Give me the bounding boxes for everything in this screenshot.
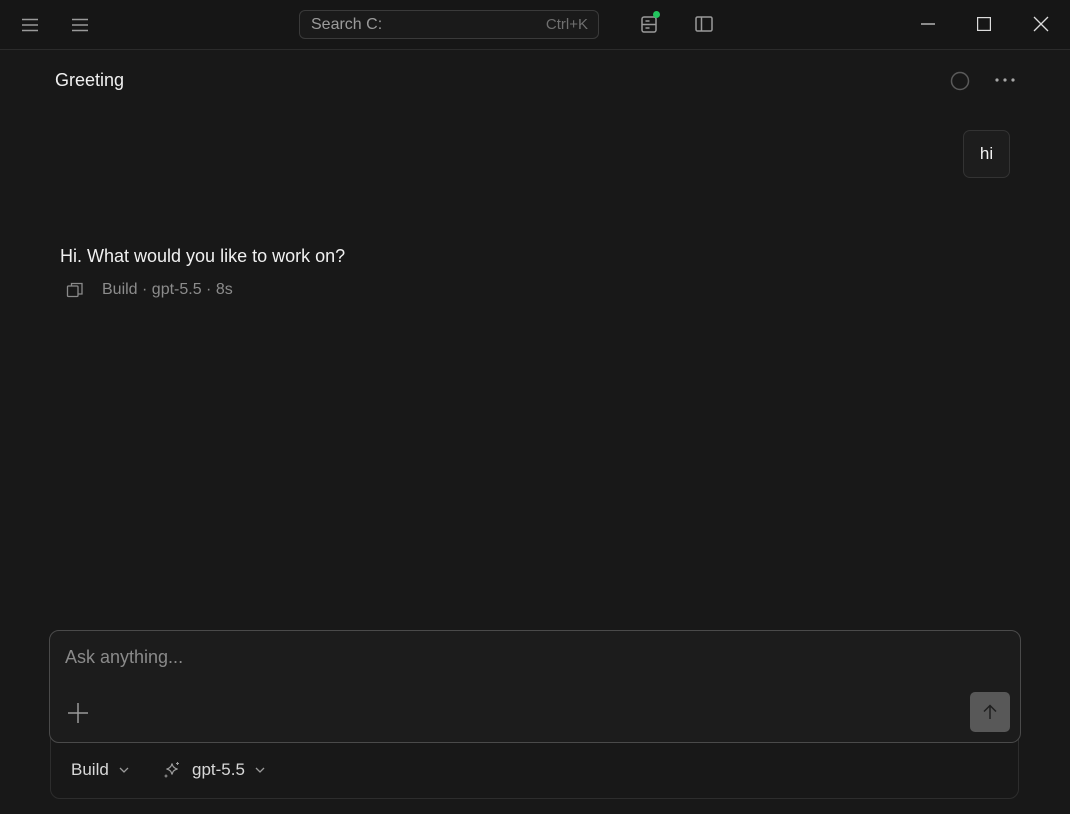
app-window: Search C: Ctrl+K Greeting hi Hi. What wo… [0, 0, 1070, 814]
more-options-button[interactable] [991, 68, 1019, 92]
sidebar-toggle-icon [695, 16, 713, 32]
search-box[interactable]: Search C: Ctrl+K [299, 10, 599, 39]
menu-button-secondary[interactable] [66, 12, 94, 38]
search-shortcut: Ctrl+K [545, 16, 588, 33]
chevron-down-icon [119, 767, 129, 773]
arrow-up-icon [983, 704, 997, 719]
attach-button[interactable] [67, 701, 89, 725]
composer [49, 630, 1021, 743]
circle-icon [950, 71, 970, 91]
title-bar: Search C: Ctrl+K [0, 0, 1070, 50]
online-status-dot [653, 11, 660, 18]
message-meta-text: Build · gpt-5.5 · 8s [102, 281, 233, 298]
minimize-button[interactable] [912, 10, 944, 38]
close-button[interactable] [1025, 10, 1057, 38]
assistant-message-meta: Build · gpt-5.5 · 8s [66, 281, 233, 299]
copy-icon [66, 282, 83, 298]
sparkle-icon [164, 762, 179, 778]
user-message-text: hi [979, 144, 994, 163]
menu-button-primary[interactable] [16, 12, 44, 38]
hamburger-icon [72, 18, 88, 32]
model-selector[interactable]: gpt-5.5 [163, 760, 265, 780]
more-icon [995, 78, 1015, 82]
maximize-icon [977, 17, 991, 31]
model-label: gpt-5.5 [192, 760, 245, 779]
server-status-button[interactable] [636, 11, 662, 37]
user-message-bubble: hi [963, 130, 1010, 178]
chevron-down-icon [255, 767, 265, 773]
assistant-message-text: Hi. What would you like to work on? [60, 246, 346, 266]
mode-selector[interactable]: Build [71, 760, 129, 780]
copy-button[interactable] [66, 281, 84, 299]
plus-icon [68, 703, 88, 723]
mode-label: Build [71, 760, 109, 779]
thread-status-button[interactable] [948, 69, 972, 93]
search-placeholder: Search C: [311, 15, 383, 33]
hamburger-icon [22, 18, 38, 32]
thread-title: Greeting [55, 70, 125, 90]
maximize-button[interactable] [968, 10, 1000, 38]
send-button[interactable] [970, 692, 1010, 732]
sidebar-toggle-button[interactable] [691, 11, 717, 37]
message-input[interactable] [65, 645, 945, 669]
close-icon [1033, 16, 1049, 32]
minimize-icon [921, 23, 935, 25]
